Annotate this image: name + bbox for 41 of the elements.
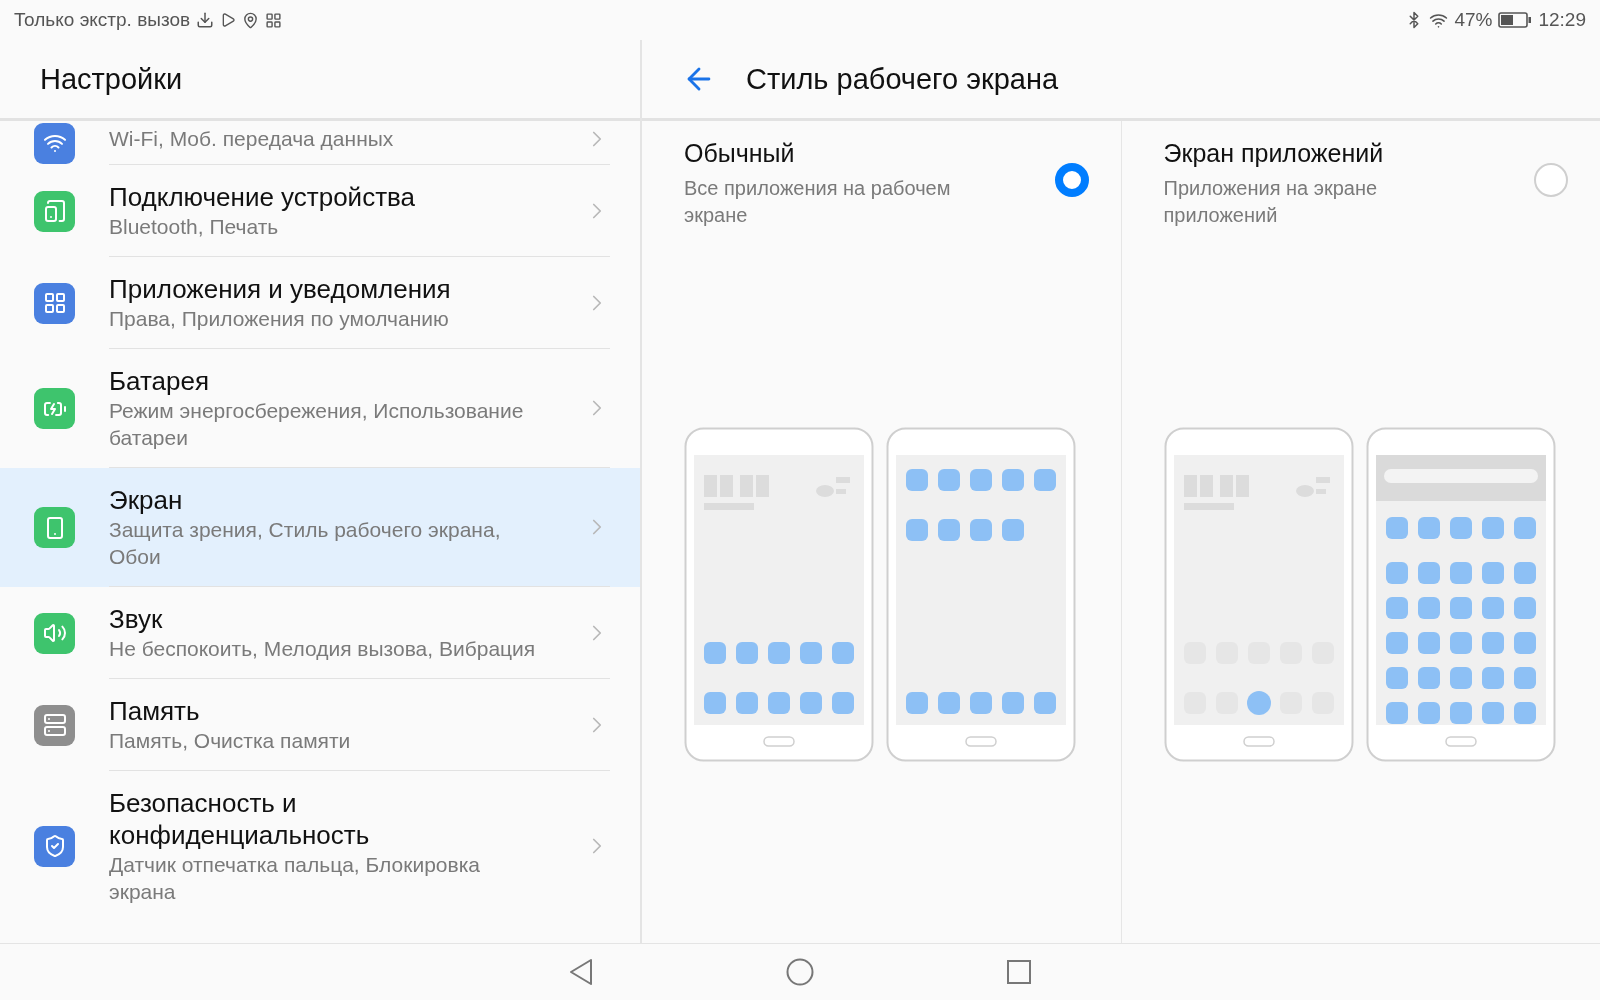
- back-nav-button[interactable]: [567, 957, 595, 987]
- page-title: Стиль рабочего экрана: [746, 62, 1059, 96]
- option-title: Обычный: [684, 138, 796, 169]
- settings-item[interactable]: Память Память, Очистка памяти: [0, 679, 640, 771]
- item-title: Экран: [109, 484, 184, 516]
- settings-item[interactable]: Приложения и уведомления Права, Приложения по умолчанию: [0, 257, 640, 349]
- radio-button[interactable]: [1054, 163, 1089, 197]
- item-title: Подключение устройства: [109, 181, 417, 213]
- recents-nav-button[interactable]: [1005, 958, 1033, 986]
- item-subtitle: Права, Приложения по умолчанию: [109, 306, 450, 332]
- home-nav-button[interactable]: [785, 957, 815, 987]
- item-subtitle: Bluetooth, Печать: [109, 214, 280, 240]
- settings-item[interactable]: Экран Защита зрения, Стиль рабочего экрана, Обои: [0, 468, 640, 587]
- battery-percent: 47%: [1454, 9, 1493, 31]
- play-icon: [220, 12, 237, 28]
- item-title: Звук: [109, 603, 164, 635]
- location-icon: [242, 11, 260, 29]
- battery-icon: [1498, 11, 1533, 29]
- item-subtitle: Память, Очистка памяти: [109, 728, 352, 754]
- download-icon: [196, 11, 215, 29]
- item-title: Безопасность и конфиденциальность: [109, 787, 371, 851]
- settings-item[interactable]: Подключение устройства Bluetooth, Печать: [0, 165, 640, 257]
- option-subtitle: Все приложения на рабочем экране: [684, 176, 952, 228]
- item-subtitle: Защита зрения, Стиль рабочего экрана, Обои: [109, 517, 502, 570]
- status-text: Только экстр. вызов: [14, 9, 191, 31]
- clock: 12:29: [1538, 9, 1586, 31]
- settings-item[interactable]: Безопасность и конфиденциальность Датчик отпечатка пальца, Блокировка экрана: [0, 771, 640, 921]
- item-subtitle: Режим энергосбережения, Использование батареи: [109, 398, 525, 451]
- item-title: Память: [109, 695, 201, 727]
- item-subtitle: Не беспокоить, Мелодия вызова, Вибрация: [109, 636, 537, 662]
- settings-item[interactable]: Wi-Fi, Моб. передача данных: [0, 121, 640, 165]
- item-title: Приложения и уведомления: [109, 273, 452, 305]
- item-subtitle: Датчик отпечатка пальца, Блокировка экрана: [109, 852, 481, 905]
- item-subtitle: Wi-Fi, Моб. передача данных: [109, 126, 395, 152]
- radio-button[interactable]: [1534, 163, 1568, 197]
- item-title: Батарея: [109, 365, 211, 397]
- grid-icon: [265, 11, 283, 29]
- option-title: Экран приложений: [1163, 138, 1385, 169]
- settings-item[interactable]: Звук Не беспокоить, Мелодия вызова, Вибрация: [0, 587, 640, 679]
- screen-title: Настройки: [40, 62, 183, 96]
- option-subtitle: Приложения на экране приложений: [1163, 176, 1379, 228]
